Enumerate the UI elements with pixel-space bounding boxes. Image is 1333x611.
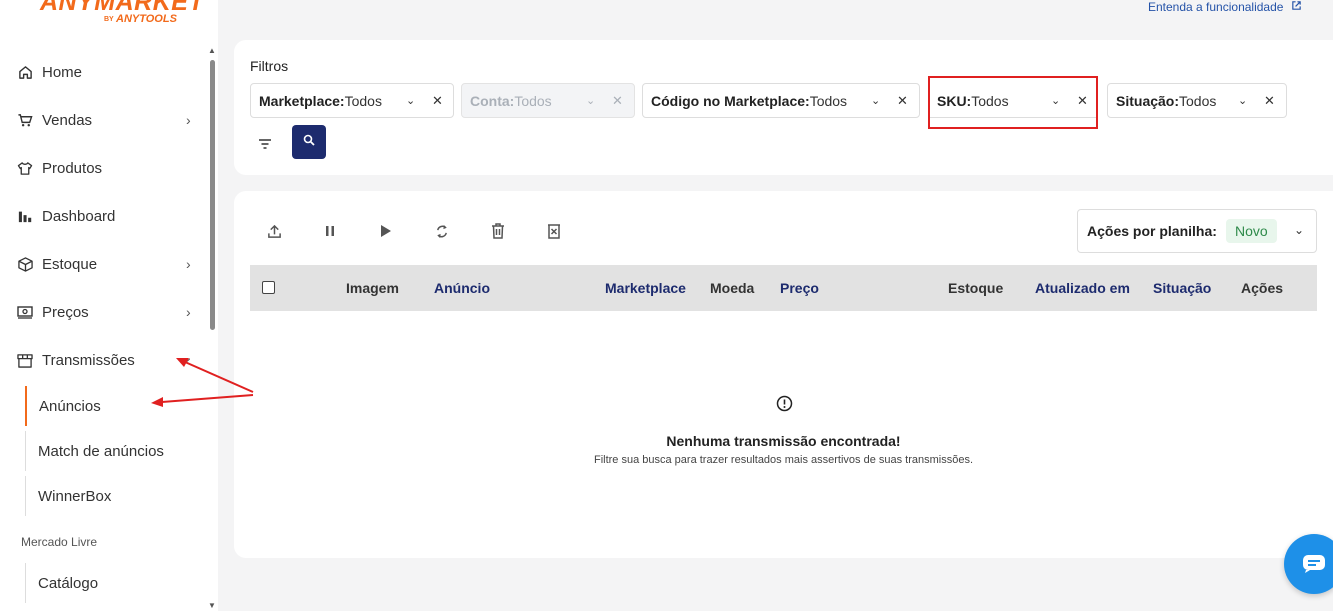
sidebar-subitem-label: Anúncios (39, 397, 101, 415)
sidebar-item-estoque[interactable]: Estoque › (0, 244, 205, 284)
column-header-estoque: Estoque (948, 280, 1004, 296)
chevron-down-icon[interactable]: ⌄ (1238, 94, 1247, 107)
logo[interactable]: ANYMARKET BY ANYTOOLS (40, 0, 204, 25)
filter-situacao[interactable]: Situação: Todos ⌄ ✕ (1107, 83, 1287, 118)
clear-icon: ✕ (612, 92, 623, 108)
filter-name: Situação: (1116, 92, 1180, 109)
sidebar-subitem-match-de-anuncios[interactable]: Match de anúncios (25, 431, 210, 471)
shirt-icon (17, 160, 33, 176)
pause-icon[interactable] (322, 223, 338, 239)
empty-state-subtitle: Filtre sua busca para trazer resultados … (593, 454, 974, 466)
help-link-label: Entenda a funcionalidade (1148, 0, 1284, 14)
clear-icon[interactable]: ✕ (1264, 93, 1275, 109)
filter-value: Todos (1179, 92, 1217, 109)
column-header-moeda: Moeda (710, 280, 755, 296)
filter-marketplace[interactable]: Marketplace: Todos ⌄ ✕ (250, 83, 454, 118)
sidebar-item-label: Produtos (42, 159, 103, 177)
table-header: Imagem Anúncio Marketplace Moeda Preço E… (250, 265, 1317, 311)
sidebar-item-home[interactable]: Home (0, 52, 205, 92)
chat-icon (1303, 555, 1325, 573)
chevron-down-icon[interactable]: ⌄ (871, 94, 880, 107)
sidebar-item-label: Dashboard (42, 207, 116, 225)
logo-by: BY (104, 16, 114, 23)
filter-value: Todos (809, 92, 848, 109)
filter-panel: Filtros Marketplace: Todos ⌄ ✕ Conta: To… (234, 40, 1333, 175)
sidebar-scrollbar-thumb[interactable] (210, 60, 215, 330)
empty-state-title: Nenhuma transmissão encontrada! (666, 433, 901, 449)
filter-name: Conta: (470, 92, 515, 109)
sidebar-subitem-winnerbox[interactable]: WinnerBox (25, 476, 210, 516)
scroll-down-arrow-icon[interactable]: ▼ (208, 601, 216, 610)
sidebar-item-dashboard[interactable]: Dashboard (0, 196, 205, 236)
sidebar-item-label: Home (42, 63, 83, 81)
chevron-right-icon: › (186, 112, 191, 128)
bar-chart-icon (17, 208, 33, 224)
chevron-down-icon[interactable]: ⌄ (406, 94, 415, 107)
clear-icon[interactable]: ✕ (432, 93, 443, 109)
sidebar: ANYMARKET BY ANYTOOLS Home Vendas › Prod… (0, 0, 218, 611)
sidebar-subitem-label: Match de anúncios (38, 442, 164, 460)
section-label: Mercado Livre (21, 535, 98, 549)
sidebar-item-produtos[interactable]: Produtos (0, 148, 205, 188)
actions-select-label: Ações por planilha: (1087, 223, 1217, 239)
sidebar-item-vendas[interactable]: Vendas › (0, 100, 205, 140)
clear-icon[interactable]: ✕ (897, 93, 908, 109)
actions-select-value-badge: Novo (1226, 219, 1277, 243)
search-button[interactable] (292, 125, 326, 159)
sidebar-item-transmissoes[interactable]: Transmissões › (0, 340, 205, 380)
money-icon (17, 304, 33, 320)
logo-sub: ANYTOOLS (116, 13, 177, 25)
filter-value: Todos (514, 92, 552, 109)
upload-icon[interactable] (266, 223, 282, 239)
chevron-right-icon: › (186, 304, 191, 320)
transmissions-panel: Ações por planilha: Novo ⌄ Imagem Anúnci… (234, 191, 1333, 558)
sidebar-item-label: Transmissões (42, 351, 135, 369)
trash-icon[interactable] (490, 223, 506, 239)
store-icon (17, 352, 33, 368)
home-icon (17, 64, 33, 80)
column-header-situacao[interactable]: Situação (1153, 280, 1211, 296)
filter-list-icon[interactable] (258, 136, 276, 150)
column-header-anuncio[interactable]: Anúncio (434, 280, 490, 296)
sku-highlight-box (928, 76, 1098, 129)
delete-box-icon[interactable] (546, 223, 562, 239)
filter-codigo-marketplace[interactable]: Código no Marketplace: Todos ⌄ ✕ (642, 83, 920, 118)
play-icon[interactable] (377, 223, 393, 239)
actions-by-spreadsheet-select[interactable]: Ações por planilha: Novo ⌄ (1077, 209, 1317, 253)
box-icon (17, 256, 33, 272)
search-icon (303, 133, 315, 151)
filter-conta: Conta: Todos ⌄ ✕ (461, 83, 635, 118)
external-link-icon (1291, 0, 1302, 14)
sidebar-item-label: Preços (42, 303, 89, 321)
chevron-right-icon: › (186, 256, 191, 272)
column-header-atualizado-em[interactable]: Atualizado em (1035, 280, 1130, 296)
filter-value: Todos (344, 92, 382, 109)
chevron-down-icon: › (180, 357, 197, 363)
help-link[interactable]: Entenda a funcionalidade (1148, 0, 1302, 14)
scroll-up-arrow-icon[interactable]: ▲ (208, 46, 216, 55)
column-header-imagem: Imagem (346, 280, 399, 296)
sidebar-subitem-catalogo[interactable]: Catálogo (25, 563, 210, 603)
sync-icon[interactable] (434, 223, 450, 239)
cart-icon (17, 112, 33, 128)
sidebar-subitem-label: Catálogo (38, 574, 99, 592)
filter-name: Marketplace: (259, 92, 345, 109)
sidebar-item-precos[interactable]: Preços › (0, 292, 205, 332)
filter-title: Filtros (250, 58, 289, 74)
chevron-down-icon: ⌄ (1294, 223, 1305, 237)
alert-circle-icon (776, 395, 793, 412)
column-header-preco[interactable]: Preço (780, 280, 819, 296)
chat-button[interactable] (1284, 534, 1333, 594)
sidebar-item-label: Estoque (42, 255, 98, 273)
sidebar-subitem-anuncios[interactable]: Anúncios (25, 386, 210, 426)
column-header-marketplace[interactable]: Marketplace (605, 280, 686, 296)
sidebar-item-label: Vendas (42, 111, 93, 129)
select-all-checkbox[interactable] (262, 281, 275, 294)
sidebar-subitem-label: WinnerBox (38, 487, 112, 505)
filter-name: Código no Marketplace: (651, 92, 810, 109)
chevron-down-icon: ⌄ (586, 95, 596, 107)
column-header-acoes: Ações (1241, 280, 1284, 296)
